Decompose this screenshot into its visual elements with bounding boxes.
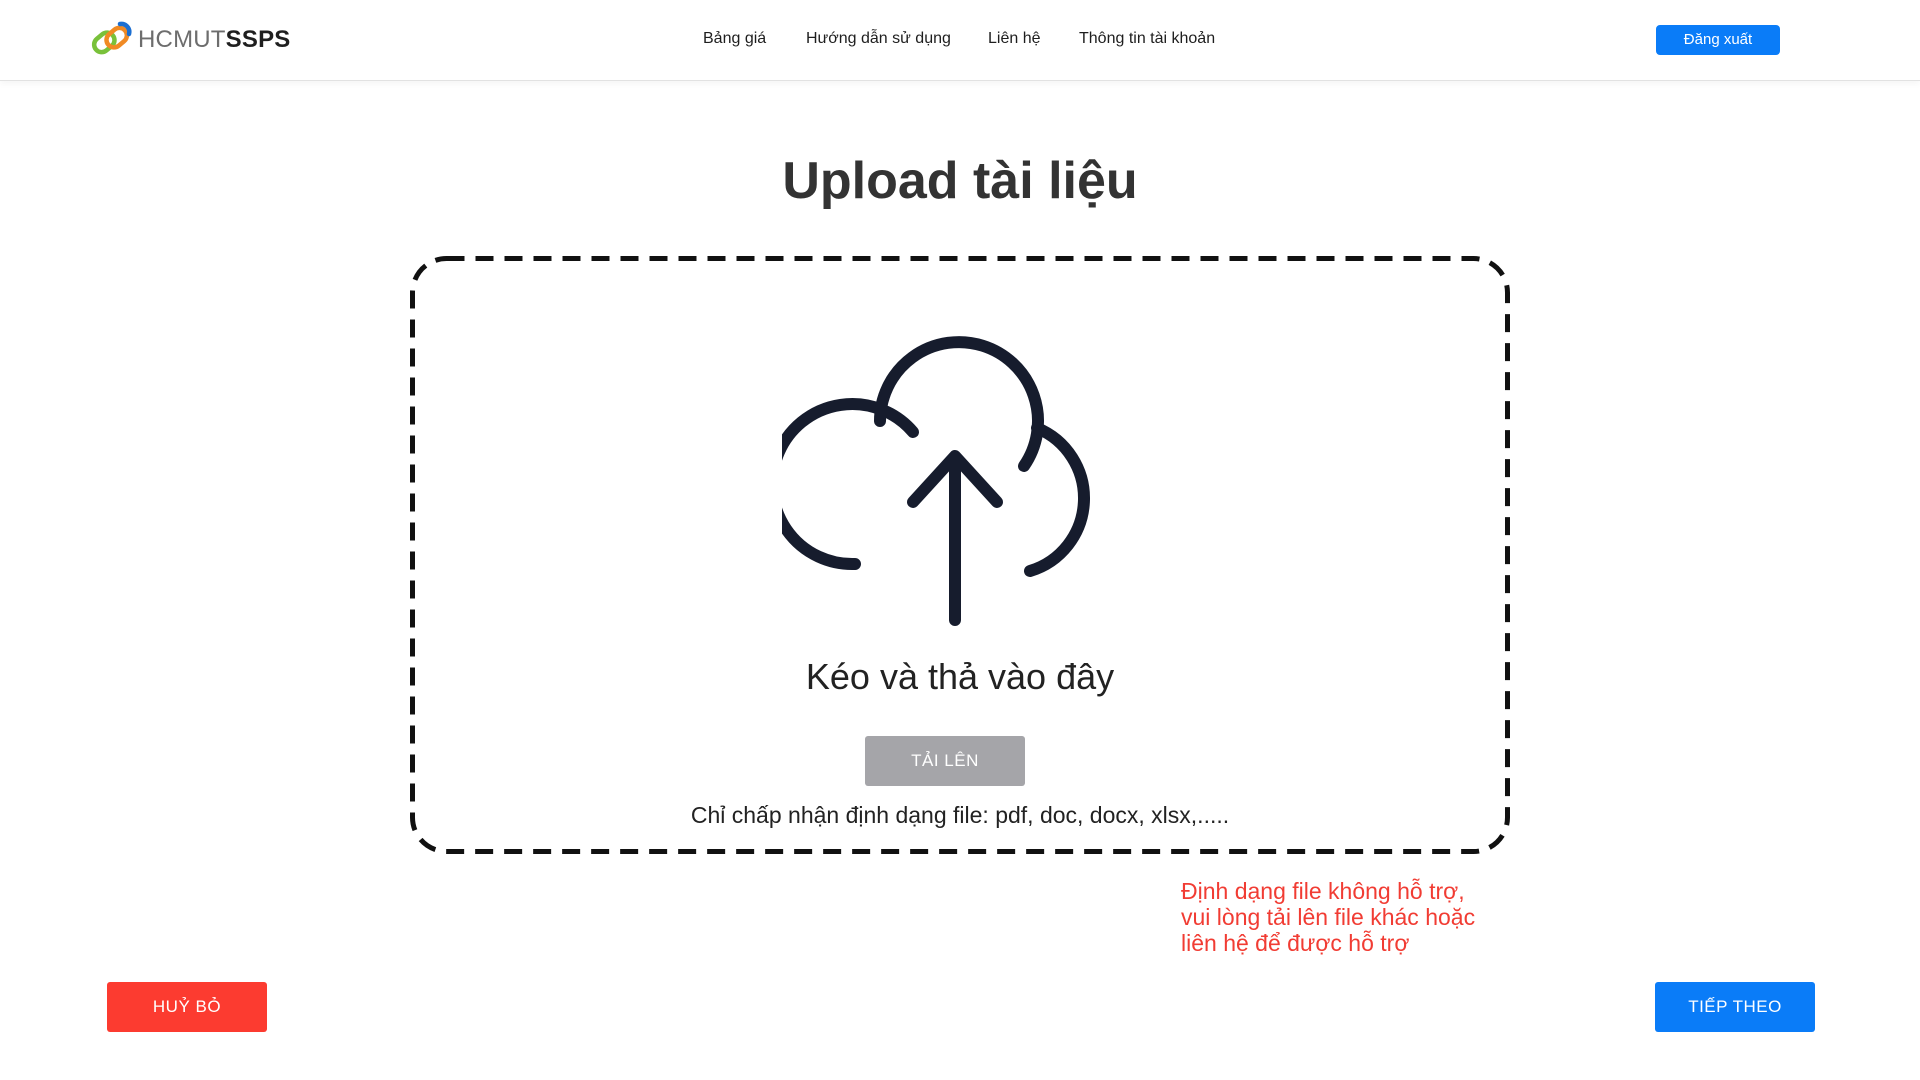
page-title: Upload tài liệu: [782, 152, 1138, 210]
next-button[interactable]: TIẾP THEO: [1655, 982, 1815, 1032]
logout-button[interactable]: Đăng xuất: [1656, 25, 1780, 55]
main-nav: Bảng giá Hướng dẫn sử dụng Liên hệ Thông…: [0, 26, 1920, 52]
error-line-1: Định dạng file không hỗ trợ,: [1181, 878, 1465, 904]
cloud-upload-icon: [782, 336, 1090, 626]
drag-drop-text: Kéo và thả vào đây: [805, 656, 1115, 697]
nav-item-contact[interactable]: Liên hệ: [988, 26, 1041, 52]
nav-item-pricing[interactable]: Bảng giá: [703, 26, 766, 52]
cancel-button[interactable]: HUỶ BỎ: [107, 982, 267, 1032]
file-dropzone[interactable]: Kéo và thả vào đây TẢI LÊN Chỉ chấp nhận…: [410, 256, 1510, 854]
upload-button[interactable]: TẢI LÊN: [865, 736, 1025, 786]
error-line-2: vui lòng tải lên file khác hoặc: [1181, 904, 1476, 930]
top-header: HCMUTSSPS Bảng giá Hướng dẫn sử dụng Liê…: [0, 0, 1920, 81]
nav-item-account-info[interactable]: Thông tin tài khoản: [1079, 26, 1215, 52]
accepted-formats-text: Chỉ chấp nhận định dạng file: pdf, doc, …: [690, 802, 1230, 828]
error-line-3: liên hệ để được hỗ trợ: [1181, 930, 1410, 956]
nav-item-user-guide[interactable]: Hướng dẫn sử dụng: [806, 26, 951, 52]
error-message: Định dạng file không hỗ trợ, vui lòng tả…: [1181, 878, 1521, 956]
